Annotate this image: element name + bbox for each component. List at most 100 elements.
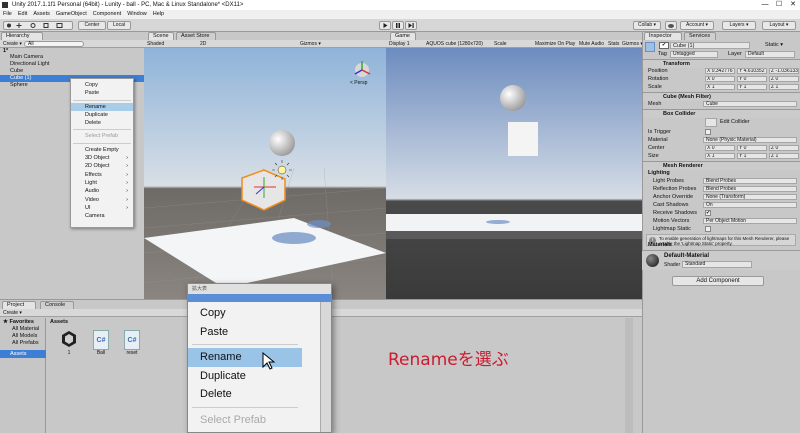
- resolution-dropdown[interactable]: AQUOS cube (1280x720): [426, 40, 483, 47]
- tab-project[interactable]: Project: [2, 301, 36, 309]
- hierarchy-item-cube[interactable]: Cube: [10, 68, 23, 75]
- ctx-3d-object[interactable]: 3D Object ›: [71, 154, 133, 162]
- account-dropdown[interactable]: Account ▾: [680, 21, 714, 30]
- step-button[interactable]: [405, 21, 417, 30]
- zoom-paste[interactable]: Paste: [188, 323, 302, 342]
- fav-all-prefabs[interactable]: All Prefabs: [12, 340, 39, 346]
- size-y[interactable]: Y 1: [737, 153, 767, 159]
- menu-window[interactable]: Window: [124, 10, 150, 19]
- asset-scene-1[interactable]: 1: [58, 330, 80, 356]
- sphere-object[interactable]: [269, 130, 295, 156]
- play-button[interactable]: [379, 21, 391, 30]
- edit-collider-button[interactable]: [705, 118, 717, 127]
- hierarchy-search-input[interactable]: All: [24, 41, 84, 47]
- size-x[interactable]: X 1: [705, 153, 735, 159]
- pause-button[interactable]: [392, 21, 404, 30]
- center-y[interactable]: Y 0: [737, 145, 767, 151]
- ctx-effects[interactable]: Effects ›: [71, 171, 133, 179]
- cloud-button[interactable]: [665, 21, 677, 30]
- motion-vectors-dropdown[interactable]: Per Object Motion: [703, 218, 797, 224]
- minimize-button[interactable]: —: [758, 0, 772, 10]
- close-button[interactable]: ✕: [786, 0, 800, 10]
- menu-gameobject[interactable]: GameObject: [53, 10, 90, 19]
- is-trigger-checkbox[interactable]: [705, 129, 711, 135]
- favorites-node[interactable]: ★ Favorites: [3, 319, 34, 325]
- asset-script-reset[interactable]: C# reset: [121, 330, 143, 356]
- reflection-probes-dropdown[interactable]: Blend Probes: [703, 186, 797, 192]
- perspective-label[interactable]: < Persp: [350, 80, 367, 86]
- anchor-override-field[interactable]: None (Transform): [703, 194, 797, 200]
- receive-shadows-checkbox[interactable]: ✔: [705, 210, 711, 216]
- ctx-ui[interactable]: UI ›: [71, 204, 133, 212]
- light-probes-dropdown[interactable]: Blend Probes: [703, 178, 797, 184]
- ctx-delete[interactable]: Delete: [71, 119, 133, 127]
- ctx-paste[interactable]: Paste: [71, 89, 133, 97]
- ctx-create-empty[interactable]: Create Empty: [71, 146, 133, 154]
- position-y[interactable]: Y 4.610352: [737, 68, 767, 74]
- position-x[interactable]: X 0.342776: [705, 68, 735, 74]
- asset-script-ball[interactable]: C# Ball: [90, 330, 112, 356]
- static-dropdown[interactable]: Static ▾: [765, 42, 783, 48]
- display-dropdown[interactable]: Display 1: [389, 40, 410, 47]
- pivot-local-toggle[interactable]: Local: [107, 21, 131, 30]
- tab-asset-store[interactable]: Asset Store: [176, 32, 216, 40]
- mesh-field[interactable]: Cube: [703, 101, 797, 107]
- transform-tools[interactable]: [3, 21, 73, 30]
- fav-all-materials[interactable]: All Material: [12, 326, 39, 332]
- ctx-duplicate[interactable]: Duplicate: [71, 111, 133, 119]
- tab-services[interactable]: Services: [684, 32, 716, 40]
- center-z[interactable]: Z 0: [769, 145, 799, 151]
- center-x[interactable]: X 0: [705, 145, 735, 151]
- stats-toggle[interactable]: Stats: [608, 40, 619, 47]
- mute-audio-toggle[interactable]: Mute Audio: [579, 40, 604, 47]
- hierarchy-item-directional-light[interactable]: Directional Light: [10, 61, 49, 68]
- collab-dropdown[interactable]: Collab ▾: [633, 21, 661, 30]
- size-z[interactable]: Z 1: [769, 153, 799, 159]
- ctx-video[interactable]: Video ›: [71, 196, 133, 204]
- zoom-duplicate[interactable]: Duplicate: [188, 367, 302, 386]
- rotation-x[interactable]: X 0: [705, 76, 735, 82]
- tab-hierarchy[interactable]: Hierarchy: [1, 32, 43, 40]
- zoom-rename[interactable]: Rename: [188, 348, 302, 367]
- hierarchy-item-main-camera[interactable]: Main Camera: [10, 54, 43, 61]
- project-create-dropdown[interactable]: Create ▾: [3, 309, 22, 317]
- zoom-copy[interactable]: Copy: [188, 304, 302, 323]
- assets-folder-node[interactable]: Assets: [0, 350, 46, 358]
- maximize-on-play-toggle[interactable]: Maximize On Play: [535, 40, 575, 47]
- collider-material-field[interactable]: None (Physic Material): [703, 137, 797, 143]
- ctx-copy[interactable]: Copy: [71, 81, 133, 89]
- tab-console[interactable]: Console: [40, 301, 74, 309]
- tab-inspector[interactable]: Inspector: [644, 32, 682, 40]
- scale-z[interactable]: Z 1: [769, 84, 799, 90]
- lightmap-static-checkbox[interactable]: [705, 226, 711, 232]
- scene-gizmos-dropdown[interactable]: Gizmos ▾: [300, 40, 321, 48]
- project-scrollbar[interactable]: [625, 318, 633, 433]
- hierarchy-item-sphere[interactable]: Sphere: [10, 82, 28, 89]
- ctx-2d-object[interactable]: 2D Object ›: [71, 162, 133, 170]
- maximize-button[interactable]: ☐: [772, 0, 786, 10]
- tab-scene[interactable]: Scene: [148, 32, 174, 40]
- menu-assets[interactable]: Assets: [30, 10, 53, 19]
- tab-game[interactable]: Game: [390, 32, 416, 40]
- rotation-z[interactable]: Z 0: [769, 76, 799, 82]
- scale-x[interactable]: X 1: [705, 84, 735, 90]
- shading-dropdown[interactable]: Shaded: [147, 40, 164, 48]
- rotation-y[interactable]: Y 0: [737, 76, 767, 82]
- 2d-toggle[interactable]: 2D: [200, 40, 206, 48]
- pivot-center-toggle[interactable]: Center: [78, 21, 106, 30]
- ctx-camera[interactable]: Camera: [71, 212, 133, 220]
- scale-y[interactable]: Y 1: [737, 84, 767, 90]
- layers-dropdown[interactable]: Layers ▾: [722, 21, 756, 30]
- layer-dropdown[interactable]: Default: [745, 51, 795, 58]
- ctx-rename[interactable]: Rename: [71, 102, 133, 111]
- layout-dropdown[interactable]: Layout ▾: [762, 21, 796, 30]
- lighting-row[interactable]: Lighting: [643, 169, 800, 177]
- scene-root[interactable]: 1*: [3, 48, 8, 55]
- menu-file[interactable]: File: [0, 10, 15, 19]
- tag-dropdown[interactable]: Untagged: [670, 51, 718, 58]
- hierarchy-create-dropdown[interactable]: Create ▾: [3, 40, 22, 48]
- ctx-light[interactable]: Light ›: [71, 179, 133, 187]
- shader-dropdown[interactable]: Standard: [682, 261, 752, 268]
- game-gizmos-dropdown[interactable]: Gizmos ▾: [622, 40, 642, 47]
- ctx-audio[interactable]: Audio ›: [71, 187, 133, 195]
